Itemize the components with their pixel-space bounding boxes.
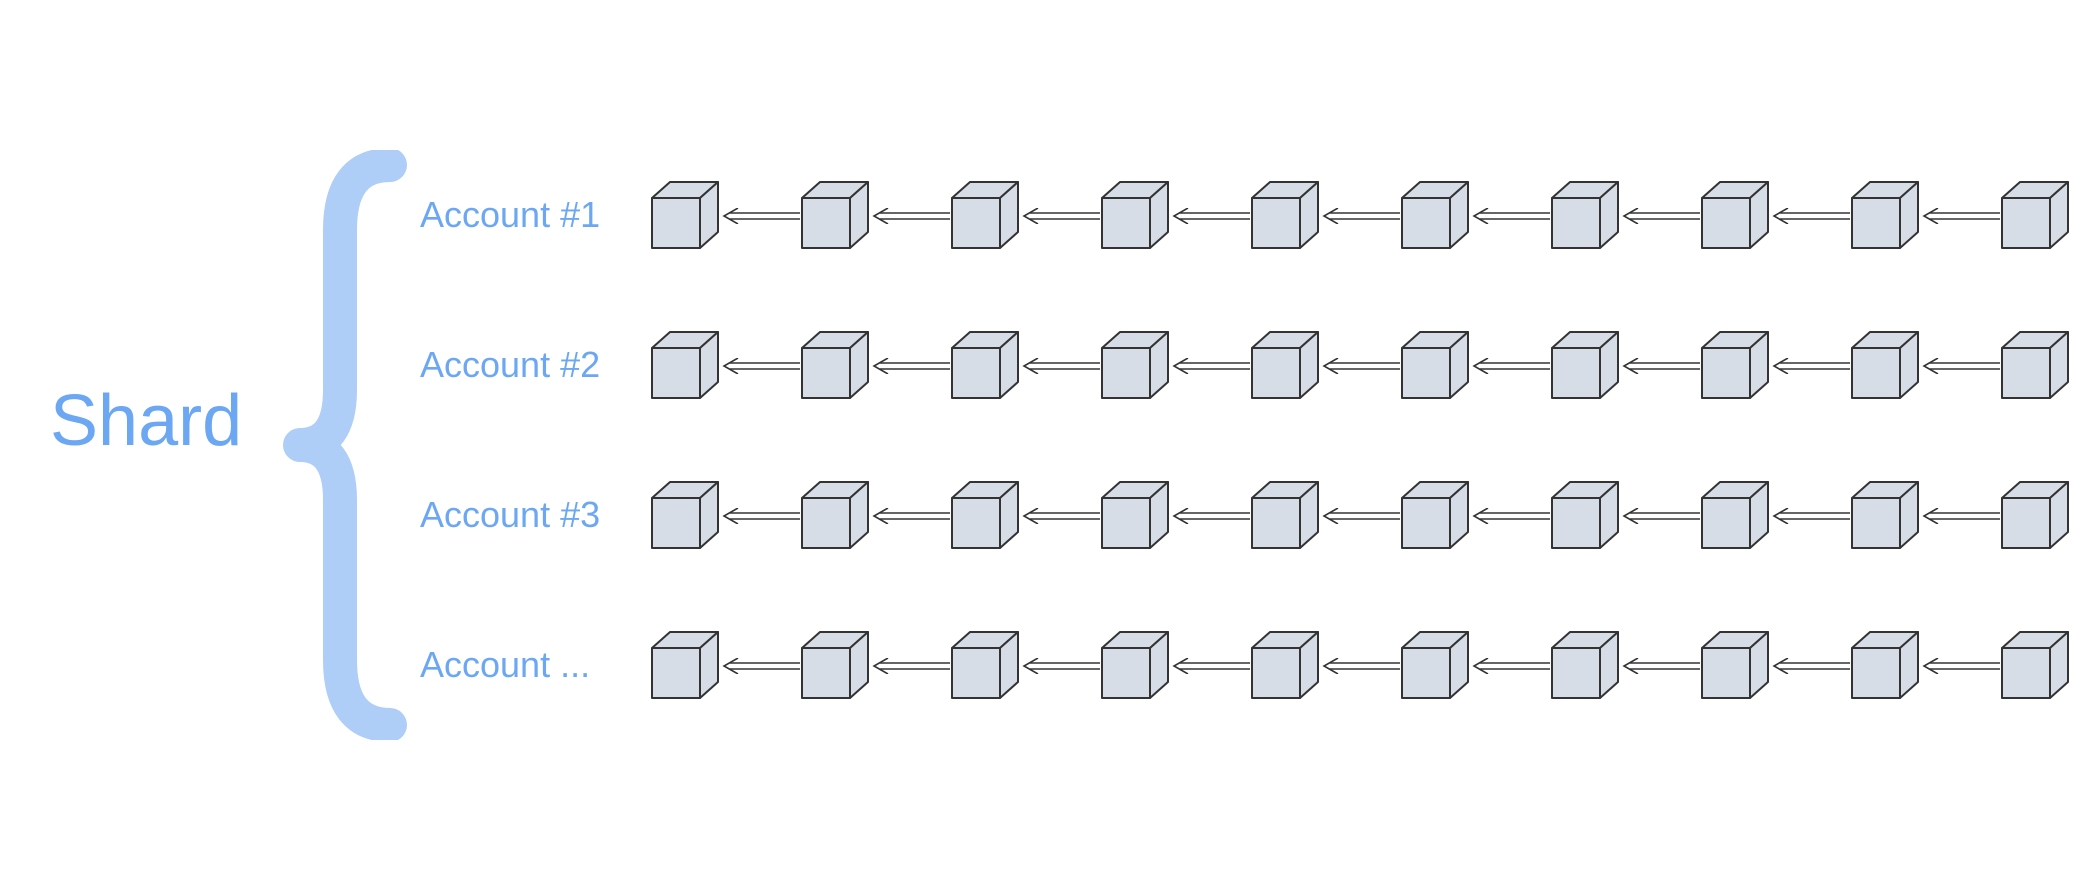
cube-icon [1250, 630, 1320, 700]
cube-icon [1700, 180, 1770, 250]
arrow-icon [1320, 658, 1400, 674]
cube-icon [2000, 630, 2070, 700]
arrow-icon [1770, 208, 1850, 224]
brace-icon [280, 150, 410, 740]
arrow-icon [1020, 508, 1100, 524]
cube-icon [1850, 480, 1920, 550]
arrow-icon [1320, 208, 1400, 224]
cube-icon [800, 480, 870, 550]
arrow-icon [1320, 358, 1400, 374]
arrow-icon [1620, 508, 1700, 524]
cube-icon [1100, 330, 1170, 400]
arrow-icon [1470, 358, 1550, 374]
account-row: Account #2 [420, 330, 2070, 400]
account-row: Account #3 [420, 480, 2070, 550]
arrow-icon [870, 358, 950, 374]
arrow-icon [720, 208, 800, 224]
block-chain [650, 330, 2070, 400]
cube-icon [1100, 180, 1170, 250]
cube-icon [800, 180, 870, 250]
arrow-icon [870, 208, 950, 224]
arrow-icon [1320, 508, 1400, 524]
account-row: Account ... [420, 630, 2070, 700]
arrow-icon [1920, 508, 2000, 524]
cube-icon [2000, 330, 2070, 400]
cube-icon [1550, 480, 1620, 550]
account-label: Account #3 [420, 494, 640, 536]
cube-icon [2000, 180, 2070, 250]
arrow-icon [1920, 358, 2000, 374]
cube-icon [950, 480, 1020, 550]
arrow-icon [720, 658, 800, 674]
cube-icon [1400, 480, 1470, 550]
cube-icon [1850, 180, 1920, 250]
cube-icon [1700, 330, 1770, 400]
arrow-icon [1470, 658, 1550, 674]
account-label: Account ... [420, 644, 640, 686]
cube-icon [1400, 630, 1470, 700]
cube-icon [1250, 180, 1320, 250]
arrow-icon [1020, 658, 1100, 674]
shard-diagram: Shard Account #1 Account #2 Account #3 A… [0, 0, 2083, 882]
cube-icon [1550, 180, 1620, 250]
arrow-icon [1170, 358, 1250, 374]
arrow-icon [1170, 658, 1250, 674]
arrow-icon [1170, 208, 1250, 224]
cube-icon [1400, 330, 1470, 400]
arrow-icon [870, 508, 950, 524]
block-chain [650, 630, 2070, 700]
arrow-icon [1620, 208, 1700, 224]
cube-icon [2000, 480, 2070, 550]
cube-icon [650, 630, 720, 700]
arrow-icon [1770, 358, 1850, 374]
arrow-icon [1470, 208, 1550, 224]
cube-icon [950, 180, 1020, 250]
arrow-icon [1620, 658, 1700, 674]
arrow-icon [1170, 508, 1250, 524]
arrow-icon [1020, 358, 1100, 374]
account-label: Account #2 [420, 344, 640, 386]
cube-icon [650, 180, 720, 250]
arrow-icon [1620, 358, 1700, 374]
account-row: Account #1 [420, 180, 2070, 250]
cube-icon [1550, 330, 1620, 400]
block-chain [650, 480, 2070, 550]
cube-icon [650, 480, 720, 550]
cube-icon [1400, 180, 1470, 250]
arrow-icon [720, 358, 800, 374]
cube-icon [1100, 480, 1170, 550]
cube-icon [650, 330, 720, 400]
cube-icon [1700, 630, 1770, 700]
arrow-icon [1770, 658, 1850, 674]
account-label: Account #1 [420, 194, 640, 236]
cube-icon [1850, 630, 1920, 700]
cube-icon [1850, 330, 1920, 400]
block-chain [650, 180, 2070, 250]
arrow-icon [1020, 208, 1100, 224]
arrow-icon [870, 658, 950, 674]
arrow-icon [1920, 658, 2000, 674]
cube-icon [800, 630, 870, 700]
cube-icon [950, 630, 1020, 700]
arrow-icon [720, 508, 800, 524]
cube-icon [800, 330, 870, 400]
arrow-icon [1470, 508, 1550, 524]
cube-icon [950, 330, 1020, 400]
cube-icon [1250, 330, 1320, 400]
arrow-icon [1770, 508, 1850, 524]
cube-icon [1550, 630, 1620, 700]
shard-title: Shard [50, 380, 242, 462]
cube-icon [1250, 480, 1320, 550]
cube-icon [1100, 630, 1170, 700]
arrow-icon [1920, 208, 2000, 224]
cube-icon [1700, 480, 1770, 550]
